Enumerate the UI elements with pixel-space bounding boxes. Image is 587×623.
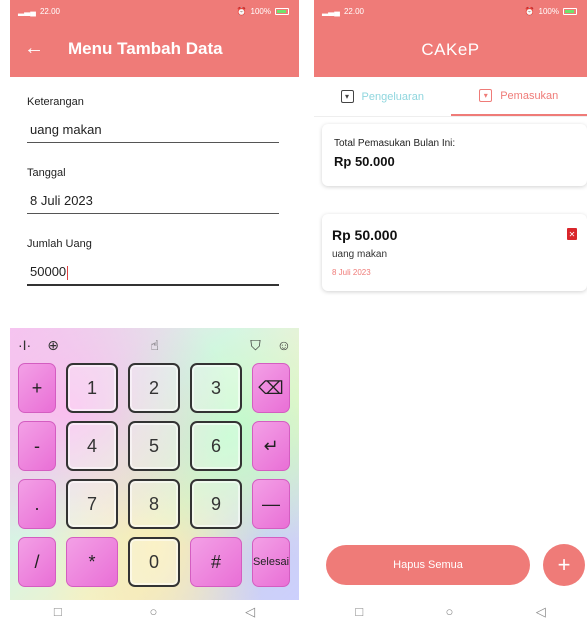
tray-icon: ▾	[479, 89, 493, 102]
key-4[interactable]: 4	[66, 421, 118, 471]
back-icon[interactable]: ◁	[245, 604, 255, 620]
key-minus[interactable]: -	[18, 421, 56, 471]
tab-bar: ▾ Pengeluaran ▾ Pemasukan	[314, 77, 587, 117]
tab-pemasukan[interactable]: ▾ Pemasukan	[450, 77, 587, 116]
keyboard-toolbar: ·I· ⊕ ☝ ⛉ ☺	[10, 328, 299, 362]
key-5[interactable]: 5	[128, 421, 180, 471]
status-bar: ▂▃▄ 22.00 ⏰ 100%	[10, 0, 299, 22]
item-description: uang makan	[332, 249, 388, 260]
keyboard-row-4: / * 0 # Selesai	[10, 536, 299, 588]
alarm-icon: ⏰	[524, 6, 535, 16]
add-data-screen: ▂▃▄ 22.00 ⏰ 100% ← Menu Tambah Data Kete…	[10, 0, 299, 623]
total-card: Total Pemasukan Bulan Ini: Rp 50.000	[322, 124, 587, 186]
keterangan-field[interactable]: Keterangan uang makan	[27, 96, 279, 143]
tab-pengeluaran[interactable]: ▾ Pengeluaran	[314, 77, 451, 116]
key-0[interactable]: 0	[128, 537, 180, 587]
jumlah-value: 50000	[30, 264, 67, 279]
jumlah-underline	[27, 284, 279, 286]
app-title: CAKeP	[421, 39, 480, 59]
signal-icon: ▂▃▄	[18, 6, 36, 16]
total-value: Rp 50.000	[334, 154, 395, 169]
hand-icon[interactable]: ☝	[150, 337, 159, 354]
key-slash[interactable]: /	[18, 537, 56, 587]
key-2[interactable]: 2	[128, 363, 180, 413]
backspace-icon[interactable]: ⌫	[252, 363, 290, 413]
tab-pengeluaran-label: Pengeluaran	[361, 90, 424, 103]
total-label: Total Pemasukan Bulan Ini:	[334, 138, 456, 149]
key-1[interactable]: 1	[66, 363, 118, 413]
globe-icon[interactable]: ⊕	[47, 337, 59, 354]
keterangan-label: Keterangan	[27, 96, 84, 108]
tanggal-underline	[27, 213, 279, 214]
back-icon[interactable]: ◁	[536, 604, 546, 620]
add-button[interactable]: +	[543, 544, 585, 586]
numeric-keyboard: ·I· ⊕ ☝ ⛉ ☺ + 1 2 3 ⌫ - 4 5 6 ↵ . 7 8 9 …	[10, 328, 299, 600]
tanggal-label: Tanggal	[27, 167, 66, 179]
status-time: 22.00	[39, 6, 61, 16]
done-key[interactable]: Selesai	[252, 537, 290, 587]
recents-icon[interactable]: □	[54, 604, 62, 619]
key-dot[interactable]: .	[18, 479, 56, 529]
key-9[interactable]: 9	[190, 479, 242, 529]
item-amount: Rp 50.000	[332, 227, 398, 243]
key-plus[interactable]: +	[18, 363, 56, 413]
keyboard-row-2: - 4 5 6 ↵	[10, 420, 299, 472]
home-icon[interactable]: ○	[149, 604, 157, 619]
jumlah-label: Jumlah Uang	[27, 238, 92, 250]
text-cursor-icon[interactable]: ·I·	[18, 337, 31, 353]
shirt-icon[interactable]: ⛉	[250, 337, 261, 354]
key-8[interactable]: 8	[128, 479, 180, 529]
battery-percent: 100%	[250, 6, 271, 16]
page-title: Menu Tambah Data	[68, 39, 223, 58]
app-bar: CAKeP	[314, 22, 587, 77]
main-screen: ▂▃▄ 22.00 ⏰ 100% CAKeP ▾ Pengeluaran ▾ P…	[314, 0, 587, 623]
key-3[interactable]: 3	[190, 363, 242, 413]
key-6[interactable]: 6	[190, 421, 242, 471]
battery-percent: 100%	[538, 6, 559, 16]
text-cursor	[67, 265, 69, 280]
hapus-semua-button[interactable]: Hapus Semua	[326, 545, 530, 585]
keterangan-underline	[27, 142, 279, 143]
battery-icon	[275, 7, 289, 15]
keyboard-row-3: . 7 8 9 —	[10, 478, 299, 530]
app-bar: ← Menu Tambah Data	[10, 22, 299, 77]
key-hash[interactable]: #	[190, 537, 242, 587]
tanggal-field[interactable]: Tanggal 8 Juli 2023	[27, 167, 279, 214]
system-nav-bar: □ ○ ◁	[10, 600, 299, 623]
keyboard-row-1: + 1 2 3 ⌫	[10, 362, 299, 414]
tab-pemasukan-label: Pemasukan	[500, 89, 559, 102]
key-7[interactable]: 7	[66, 479, 118, 529]
tanggal-input[interactable]: 8 Juli 2023	[27, 193, 279, 209]
arrow-left-icon[interactable]: ←	[24, 38, 44, 58]
system-nav-bar: □ ○ ◁	[314, 600, 587, 623]
tray-icon: ▾	[340, 90, 354, 103]
emoji-icon[interactable]: ☺	[277, 337, 291, 353]
space-key[interactable]: —	[252, 479, 290, 529]
home-icon[interactable]: ○	[445, 604, 453, 619]
status-time: 22.00	[343, 6, 365, 16]
status-bar: ▂▃▄ 22.00 ⏰ 100%	[314, 0, 587, 22]
item-date: 8 Juli 2023	[332, 268, 371, 277]
jumlah-input[interactable]: 50000	[27, 264, 279, 280]
key-asterisk[interactable]: *	[66, 537, 118, 587]
signal-icon: ▂▃▄	[322, 6, 340, 16]
enter-icon[interactable]: ↵	[252, 421, 290, 471]
battery-icon	[563, 7, 577, 15]
jumlah-field[interactable]: Jumlah Uang 50000	[27, 238, 279, 286]
keterangan-input[interactable]: uang makan	[27, 122, 279, 138]
list-item[interactable]: Rp 50.000 uang makan 8 Juli 2023 ✕	[322, 214, 587, 291]
recents-icon[interactable]: □	[355, 604, 363, 619]
trash-icon[interactable]: ✕	[567, 228, 577, 240]
alarm-icon: ⏰	[236, 6, 247, 16]
